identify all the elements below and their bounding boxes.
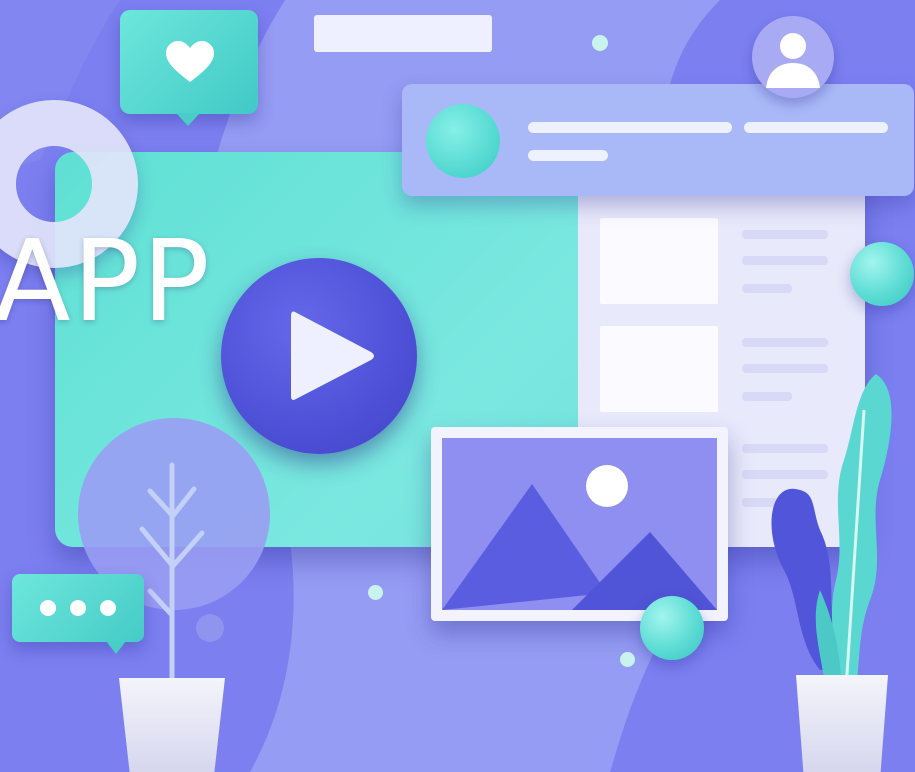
image-card (431, 427, 728, 621)
chat-dot (70, 600, 86, 616)
decor-dot (592, 35, 608, 51)
decor-orb (850, 242, 914, 306)
plant-pot (796, 675, 888, 772)
sidebar-line (742, 284, 792, 293)
chat-dot (40, 600, 56, 616)
heart-icon (166, 41, 214, 82)
banner-avatar (426, 104, 500, 178)
profile-banner-card (402, 84, 914, 196)
plant-leaf-teal (831, 374, 892, 690)
sidebar-line (742, 338, 828, 347)
decor-dot-small (196, 614, 224, 642)
sidebar-line (742, 230, 828, 239)
chat-dot (100, 600, 116, 616)
decor-dot (620, 652, 635, 667)
chat-bubble (12, 574, 144, 654)
user-icon (766, 33, 820, 88)
banner-line (744, 122, 888, 133)
top-placeholder-bar (314, 15, 492, 52)
illustration-scene: APP (0, 0, 915, 772)
decor-dot (368, 585, 383, 600)
banner-line (528, 122, 732, 133)
sidebar-line (742, 256, 828, 265)
plant-pot (119, 678, 225, 772)
sidebar-thumbnail (600, 218, 718, 304)
app-label: APP (0, 217, 212, 347)
image-icon (442, 465, 717, 610)
decor-orb (640, 596, 704, 660)
play-button[interactable] (221, 258, 417, 454)
play-icon (291, 311, 374, 400)
user-avatar-badge (752, 16, 834, 98)
image-frame (442, 438, 717, 610)
sidebar-thumbnail (600, 326, 718, 412)
heart-bubble (120, 10, 258, 126)
banner-line (528, 150, 608, 161)
right-plant (771, 374, 892, 691)
